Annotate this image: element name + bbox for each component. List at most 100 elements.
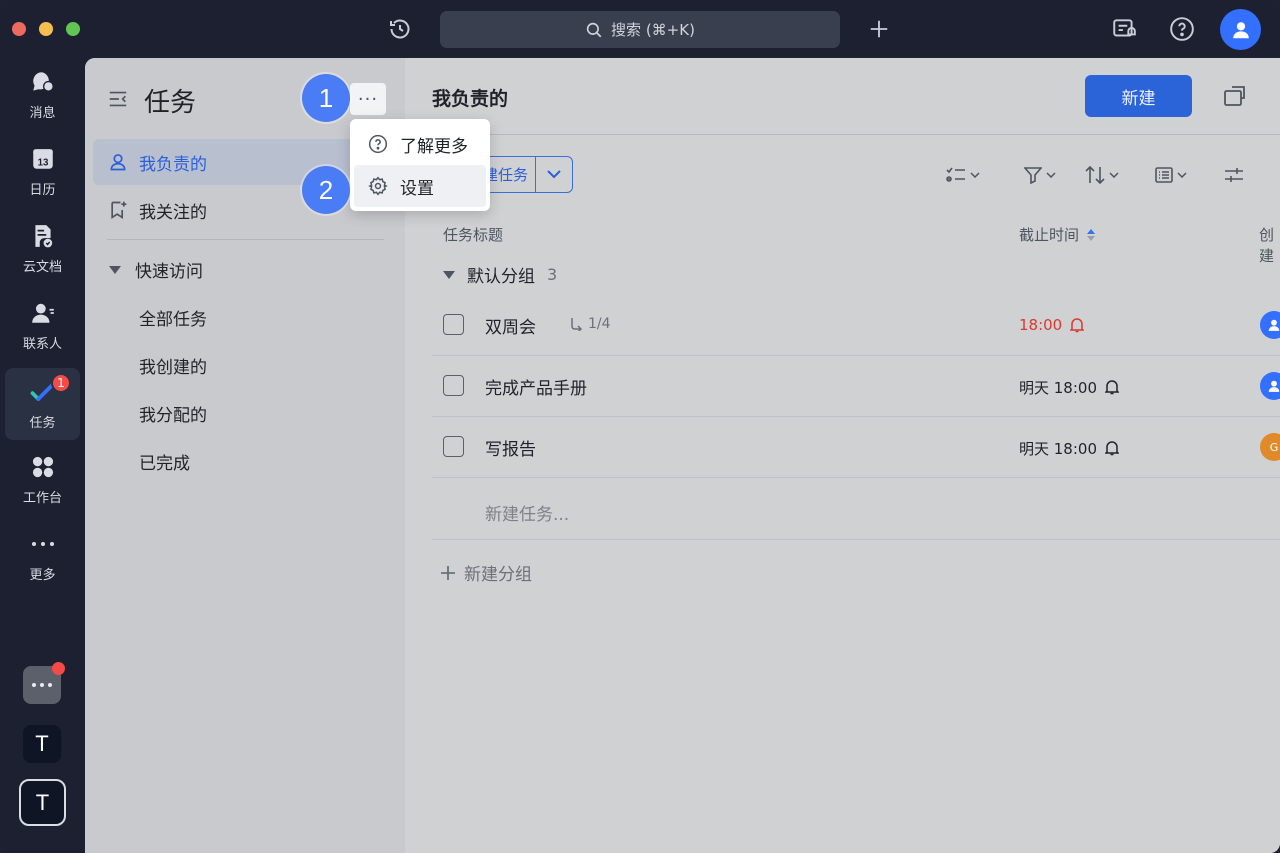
chevron-down-icon <box>1046 172 1056 178</box>
step-marker-2: 2 <box>302 166 350 214</box>
sidebar-item-all-tasks[interactable]: 全部任务 <box>139 305 207 330</box>
rail-item-workplace[interactable]: 工作台 <box>5 443 80 515</box>
new-task-button[interactable]: 新建 <box>1085 75 1192 117</box>
sort-arrow-icon <box>1087 228 1096 241</box>
user-avatar[interactable] <box>1220 9 1261 50</box>
new-group-button[interactable]: 新建分组 <box>440 560 532 585</box>
tasks-badge: 1 <box>51 373 71 393</box>
sort-button[interactable] <box>1085 164 1119 186</box>
sidebar-item-assigned-by-me[interactable]: 我分配的 <box>139 401 207 426</box>
unread-dot <box>52 662 65 675</box>
rail-item-messages[interactable]: 消息 <box>5 58 80 130</box>
filter-icon <box>1024 167 1042 184</box>
open-in-window-icon[interactable] <box>1223 85 1247 107</box>
settings-adjust-icon[interactable] <box>1224 164 1244 186</box>
rail-item-docs[interactable]: 云文档 <box>5 212 80 284</box>
sidebar-divider <box>107 239 384 240</box>
sidebar-title: 任务 <box>144 88 197 118</box>
rail-item-contacts[interactable]: 联系人 <box>5 289 80 361</box>
table-row[interactable]: 双周会 1/4 18:00 <box>432 295 1280 356</box>
task-checkbox[interactable] <box>443 314 464 335</box>
rail-label: 联系人 <box>22 336 62 352</box>
filter-button[interactable] <box>1024 164 1056 186</box>
subtask-icon <box>571 318 583 331</box>
checklist-filter-button[interactable] <box>946 164 980 186</box>
minimize-window-button[interactable] <box>39 22 53 36</box>
workspace-t-button[interactable]: T <box>23 725 61 763</box>
column-header-title[interactable]: 任务标题 <box>443 224 503 245</box>
help-icon[interactable] <box>1169 16 1195 42</box>
menu-item-learn-more[interactable]: 了解更多 <box>354 123 486 165</box>
calendar-day: 13 <box>37 157 48 168</box>
group-count: 3 <box>547 265 558 284</box>
table-row[interactable]: 写报告 明天 18:00 G <box>432 417 1280 478</box>
column-header-creator[interactable]: 创建 <box>1259 224 1280 266</box>
task-due[interactable]: 18:00 <box>1019 316 1085 334</box>
rail-label: 云文档 <box>22 259 62 275</box>
collapse-sidebar-icon[interactable] <box>107 88 129 110</box>
content-area: 任务 ··· 我负责的 我关注的 快速访问 全部任务 我创建的 我分配的 已完成… <box>85 58 1280 853</box>
menu-item-settings[interactable]: 设置 <box>354 165 486 207</box>
assignee-avatar[interactable]: G <box>1260 433 1280 461</box>
assignee-avatar[interactable] <box>1260 311 1280 339</box>
chevron-down-icon <box>970 172 980 178</box>
quick-access-section[interactable]: 快速访问 <box>109 257 203 282</box>
task-name[interactable]: 双周会 <box>485 313 536 338</box>
header-divider <box>405 134 1280 135</box>
chat-icon <box>29 68 57 96</box>
rail-label: 任务 <box>29 415 56 431</box>
chevron-down-icon <box>1109 172 1119 178</box>
task-due[interactable]: 明天 18:00 <box>1019 377 1119 398</box>
plus-icon <box>441 565 455 580</box>
bell-icon <box>1105 380 1119 395</box>
task-group-header[interactable]: 默认分组 3 <box>443 262 557 287</box>
history-icon[interactable] <box>387 16 413 42</box>
sidebar-item-created-by-me[interactable]: 我创建的 <box>139 353 207 378</box>
add-icon[interactable] <box>866 16 892 42</box>
more-options-button[interactable]: ··· <box>350 83 386 115</box>
nav-rail: 消息 13 日历 云文档 联系人 1 任务 工作台 更多 T T <box>0 58 85 853</box>
view-mode-button[interactable] <box>1155 164 1187 186</box>
more-options-menu: 了解更多 设置 <box>350 119 490 211</box>
search-placeholder: 搜索 (⌘+K) <box>611 21 695 39</box>
workspace-initial: T <box>35 789 50 815</box>
notification-icon[interactable] <box>1111 16 1137 42</box>
gear-icon <box>368 176 388 196</box>
sort-icon <box>1085 166 1105 184</box>
due-time: 明天 18:00 <box>1019 440 1097 458</box>
rail-item-tasks[interactable]: 1 任务 <box>5 368 80 440</box>
task-checkbox[interactable] <box>443 436 464 457</box>
step-marker-1: 1 <box>302 74 350 122</box>
list-view-icon <box>1155 167 1173 183</box>
task-name[interactable]: 写报告 <box>485 435 536 460</box>
assignee-avatar[interactable] <box>1260 372 1280 400</box>
task-checkbox[interactable] <box>443 375 464 396</box>
document-icon <box>29 222 57 250</box>
zoom-window-button[interactable] <box>66 22 80 36</box>
contacts-icon <box>29 299 57 327</box>
search-icon <box>586 22 602 37</box>
workspace-t-active-button[interactable]: T <box>19 779 66 826</box>
search-bar[interactable]: 搜索 (⌘+K) <box>440 11 840 48</box>
new-group-label: 新建分组 <box>464 565 532 585</box>
rail-item-more[interactable]: 更多 <box>5 520 80 592</box>
caret-down-icon <box>109 265 121 274</box>
new-task-input[interactable]: 新建任务... <box>485 500 569 525</box>
table-row[interactable]: 完成产品手册 明天 18:00 <box>432 356 1280 417</box>
bell-icon <box>1070 317 1085 332</box>
page-title: 我负责的 <box>432 88 509 110</box>
due-time: 明天 18:00 <box>1019 379 1097 397</box>
task-due[interactable]: 明天 18:00 <box>1019 438 1119 459</box>
sidebar-item-completed[interactable]: 已完成 <box>139 449 190 474</box>
more-apps-button[interactable] <box>23 662 65 704</box>
rail-label: 工作台 <box>22 490 62 506</box>
chevron-down-icon[interactable] <box>535 157 572 192</box>
close-window-button[interactable] <box>12 22 26 36</box>
more-dots-icon <box>32 683 52 687</box>
rail-label: 日历 <box>29 182 56 198</box>
column-header-due[interactable]: 截止时间 <box>1019 224 1096 245</box>
task-name[interactable]: 完成产品手册 <box>485 374 587 399</box>
subtask-count: 1/4 <box>588 316 611 332</box>
menu-item-label: 了解更多 <box>400 136 468 157</box>
rail-item-calendar[interactable]: 13 日历 <box>5 135 80 207</box>
